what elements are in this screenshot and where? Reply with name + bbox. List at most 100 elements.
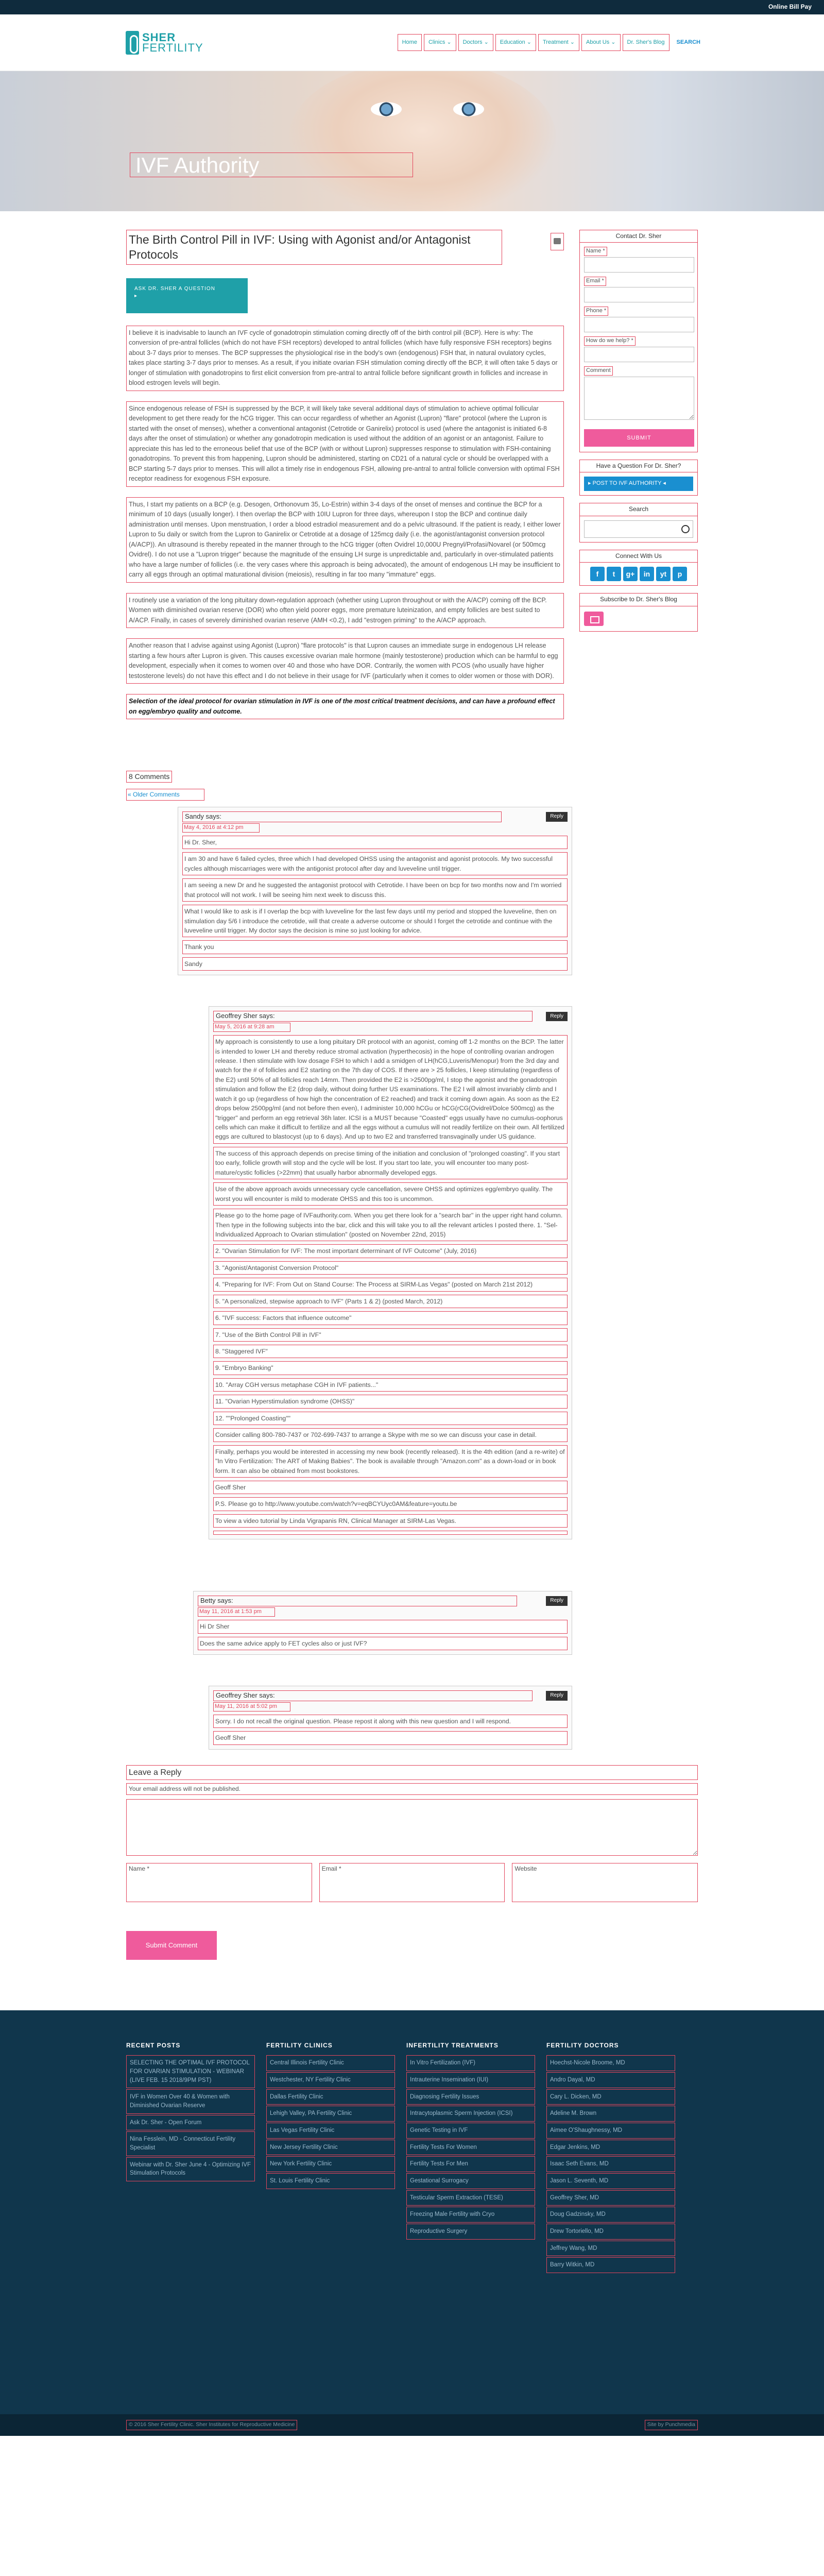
logo-icon bbox=[126, 30, 139, 55]
hero-banner: IVF Authority bbox=[0, 71, 824, 211]
nav-doctors[interactable]: Doctors ⌄ bbox=[458, 33, 493, 52]
footer-link[interactable]: Central Illinois Fertility Clinic bbox=[266, 2055, 395, 2072]
comment-label: Comment bbox=[584, 366, 613, 376]
subscribe-box: Subscribe to Dr. Sher's Blog bbox=[579, 593, 698, 632]
footer-link[interactable]: Las Vegas Fertility Clinic bbox=[266, 2123, 395, 2139]
search-icon[interactable] bbox=[681, 524, 690, 533]
comment-author: Sandy says: bbox=[182, 811, 502, 823]
footer-link[interactable]: In Vitro Fertilization (IVF) bbox=[406, 2055, 535, 2072]
linkedin-icon[interactable]: in bbox=[640, 567, 654, 582]
email-field[interactable] bbox=[584, 287, 694, 303]
help-select[interactable] bbox=[584, 347, 694, 363]
reply-email-field[interactable]: Email * bbox=[319, 1863, 505, 1903]
nav-blog[interactable]: Dr. Sher's Blog bbox=[622, 33, 670, 52]
footer-link[interactable]: Jeffrey Wang, MD bbox=[546, 2240, 675, 2257]
footer-link[interactable]: Isaac Seth Evans, MD bbox=[546, 2156, 675, 2173]
comment-reply: Geoffrey Sher says: Reply May 11, 2016 at… bbox=[209, 1685, 572, 1750]
footer-link[interactable]: Ask Dr. Sher - Open Forum bbox=[126, 2114, 255, 2131]
footer-link[interactable]: Doug Gadzinsky, MD bbox=[546, 2207, 675, 2223]
footer-link[interactable]: New York Fertility Clinic bbox=[266, 2156, 395, 2173]
comment-date[interactable]: May 11, 2016 at 1:53 pm bbox=[198, 1607, 275, 1617]
comment-author: Geoffrey Sher says: bbox=[213, 1011, 533, 1022]
submit-comment-button[interactable]: Submit Comment bbox=[126, 1931, 217, 1960]
pinterest-icon[interactable]: p bbox=[673, 567, 687, 582]
contact-submit-button[interactable]: SUBMIT bbox=[584, 429, 694, 447]
print-icon[interactable] bbox=[551, 233, 564, 250]
footer-link[interactable]: Freezing Male Fertility with Cryo bbox=[406, 2207, 535, 2223]
footer-link[interactable]: Westchester, NY Fertility Clinic bbox=[266, 2072, 395, 2088]
youtube-icon[interactable]: yt bbox=[656, 567, 671, 582]
nav-treatment[interactable]: Treatment ⌄ bbox=[538, 33, 579, 52]
reply-form: Leave a Reply Your email address will no… bbox=[126, 1765, 698, 1960]
google-plus-icon[interactable]: g+ bbox=[623, 567, 638, 582]
reply-button[interactable]: Reply bbox=[546, 1011, 568, 1021]
footer-link[interactable]: Geoffrey Sher, MD bbox=[546, 2190, 675, 2206]
footer-link[interactable]: Gestational Surrogacy bbox=[406, 2173, 535, 2189]
reply-name-field[interactable]: Name * bbox=[126, 1863, 312, 1903]
post-paragraph: I believe it is inadvisable to launch an… bbox=[126, 325, 564, 391]
phone-label: Phone * bbox=[584, 307, 609, 316]
comment-date[interactable]: May 5, 2016 at 9:28 am bbox=[213, 1023, 290, 1032]
footer-link[interactable]: Fertility Tests For Women bbox=[406, 2139, 535, 2156]
logo[interactable]: SHER FERTILITY bbox=[126, 30, 203, 55]
footer-link[interactable]: Dallas Fertility Clinic bbox=[266, 2089, 395, 2105]
nav-education[interactable]: Education ⌄ bbox=[495, 33, 536, 52]
footer-fertility-doctors: FERTILITY DOCTORS Hoechst-Nicole Broome,… bbox=[546, 2041, 686, 2414]
footer-link[interactable]: Nina Fesslein, MD - Connecticut Fertilit… bbox=[126, 2131, 255, 2156]
comment-date[interactable]: May 4, 2016 at 4:12 pm bbox=[182, 823, 260, 833]
post-question-link[interactable]: ▸ POST TO IVF AUTHORITY ◂ bbox=[584, 477, 693, 492]
footer-link[interactable]: Jason L. Seventh, MD bbox=[546, 2173, 675, 2189]
footer-link[interactable]: Reproductive Surgery bbox=[406, 2224, 535, 2240]
reply-website-field[interactable]: Website bbox=[512, 1863, 698, 1903]
contact-form: Contact Dr. Sher Name * Email * Phone * … bbox=[579, 230, 698, 453]
question-box: Have a Question For Dr. Sher? ▸ POST TO … bbox=[579, 460, 698, 496]
footer-link[interactable]: New Jersey Fertility Clinic bbox=[266, 2139, 395, 2156]
footer-link[interactable]: Hoechst-Nicole Broome, MD bbox=[546, 2055, 675, 2072]
name-field[interactable] bbox=[584, 257, 694, 273]
footer-link[interactable]: Testicular Sperm Extraction (TESE) bbox=[406, 2190, 535, 2206]
nav-home[interactable]: Home bbox=[397, 33, 422, 52]
footer-link[interactable]: Adeline M. Brown bbox=[546, 2106, 675, 2122]
sidebar: Contact Dr. Sher Name * Email * Phone * … bbox=[579, 230, 698, 719]
footer-link[interactable]: Genetic Testing in IVF bbox=[406, 2123, 535, 2139]
footer-link[interactable]: Fertility Tests For Men bbox=[406, 2156, 535, 2173]
reply-button[interactable]: Reply bbox=[546, 812, 568, 822]
footer-link[interactable]: IVF in Women Over 40 & Women with Dimini… bbox=[126, 2089, 255, 2114]
reply-comment-field[interactable] bbox=[126, 1799, 698, 1856]
footer-link[interactable]: Intrauterine Insemination (IUI) bbox=[406, 2072, 535, 2088]
footer-link[interactable]: Andro Dayal, MD bbox=[546, 2072, 675, 2088]
reply-button[interactable]: Reply bbox=[546, 1691, 568, 1701]
phone-field[interactable] bbox=[584, 317, 694, 333]
footer-link[interactable]: Cary L. Dicken, MD bbox=[546, 2089, 675, 2105]
post-paragraph: Since endogenous release of FSH is suppr… bbox=[126, 401, 564, 487]
nav-clinics[interactable]: Clinics ⌄ bbox=[423, 33, 456, 52]
footer-link[interactable]: Lehigh Valley, PA Fertility Clinic bbox=[266, 2106, 395, 2122]
reply-button[interactable]: Reply bbox=[546, 1596, 568, 1606]
comment-field[interactable] bbox=[584, 377, 694, 420]
twitter-icon[interactable]: t bbox=[607, 567, 621, 582]
email-subscribe-icon[interactable] bbox=[584, 611, 604, 626]
nav-about-us[interactable]: About Us ⌄ bbox=[581, 33, 621, 52]
comment-date[interactable]: May 11, 2016 at 5:02 pm bbox=[213, 1702, 290, 1711]
facebook-icon[interactable]: f bbox=[590, 567, 605, 582]
footer-link[interactable]: Webinar with Dr. Sher June 4 - Optimizin… bbox=[126, 2157, 255, 2182]
copyright-text: © 2016 Sher Fertility Clinic. Sher Insti… bbox=[126, 2420, 298, 2430]
online-bill-pay-link[interactable]: Online Bill Pay bbox=[768, 3, 812, 11]
site-credit[interactable]: Site by Punchmedia bbox=[644, 2420, 698, 2430]
older-comments-link[interactable]: « Older Comments bbox=[126, 788, 204, 801]
footer-link[interactable]: Intracytoplasmic Sperm Injection (ICSI) bbox=[406, 2106, 535, 2122]
footer-link[interactable]: Diagnosing Fertility Issues bbox=[406, 2089, 535, 2105]
connect-title: Connect With Us bbox=[580, 550, 697, 563]
footer-link[interactable]: Edgar Jenkins, MD bbox=[546, 2139, 675, 2156]
footer-link[interactable]: St. Louis Fertility Clinic bbox=[266, 2173, 395, 2189]
nav-search[interactable]: SEARCH bbox=[677, 39, 700, 47]
footer-link[interactable]: Aimee O'Shaughnessy, MD bbox=[546, 2123, 675, 2139]
footer-link[interactable]: SELECTING THE OPTIMAL IVF PROTOCOL FOR O… bbox=[126, 2055, 255, 2089]
ask-question-button[interactable]: ASK DR. SHER A QUESTION ▸ bbox=[126, 278, 248, 313]
search-input[interactable] bbox=[584, 520, 693, 538]
comment: Betty says: Reply May 11, 2016 at 1:53 pm… bbox=[193, 1591, 572, 1655]
footer-link[interactable]: Drew Tortoriello, MD bbox=[546, 2224, 675, 2240]
subscribe-title: Subscribe to Dr. Sher's Blog bbox=[580, 594, 697, 606]
comment-count: 8 Comments bbox=[126, 771, 173, 783]
footer-link[interactable]: Barry Witkin, MD bbox=[546, 2257, 675, 2274]
